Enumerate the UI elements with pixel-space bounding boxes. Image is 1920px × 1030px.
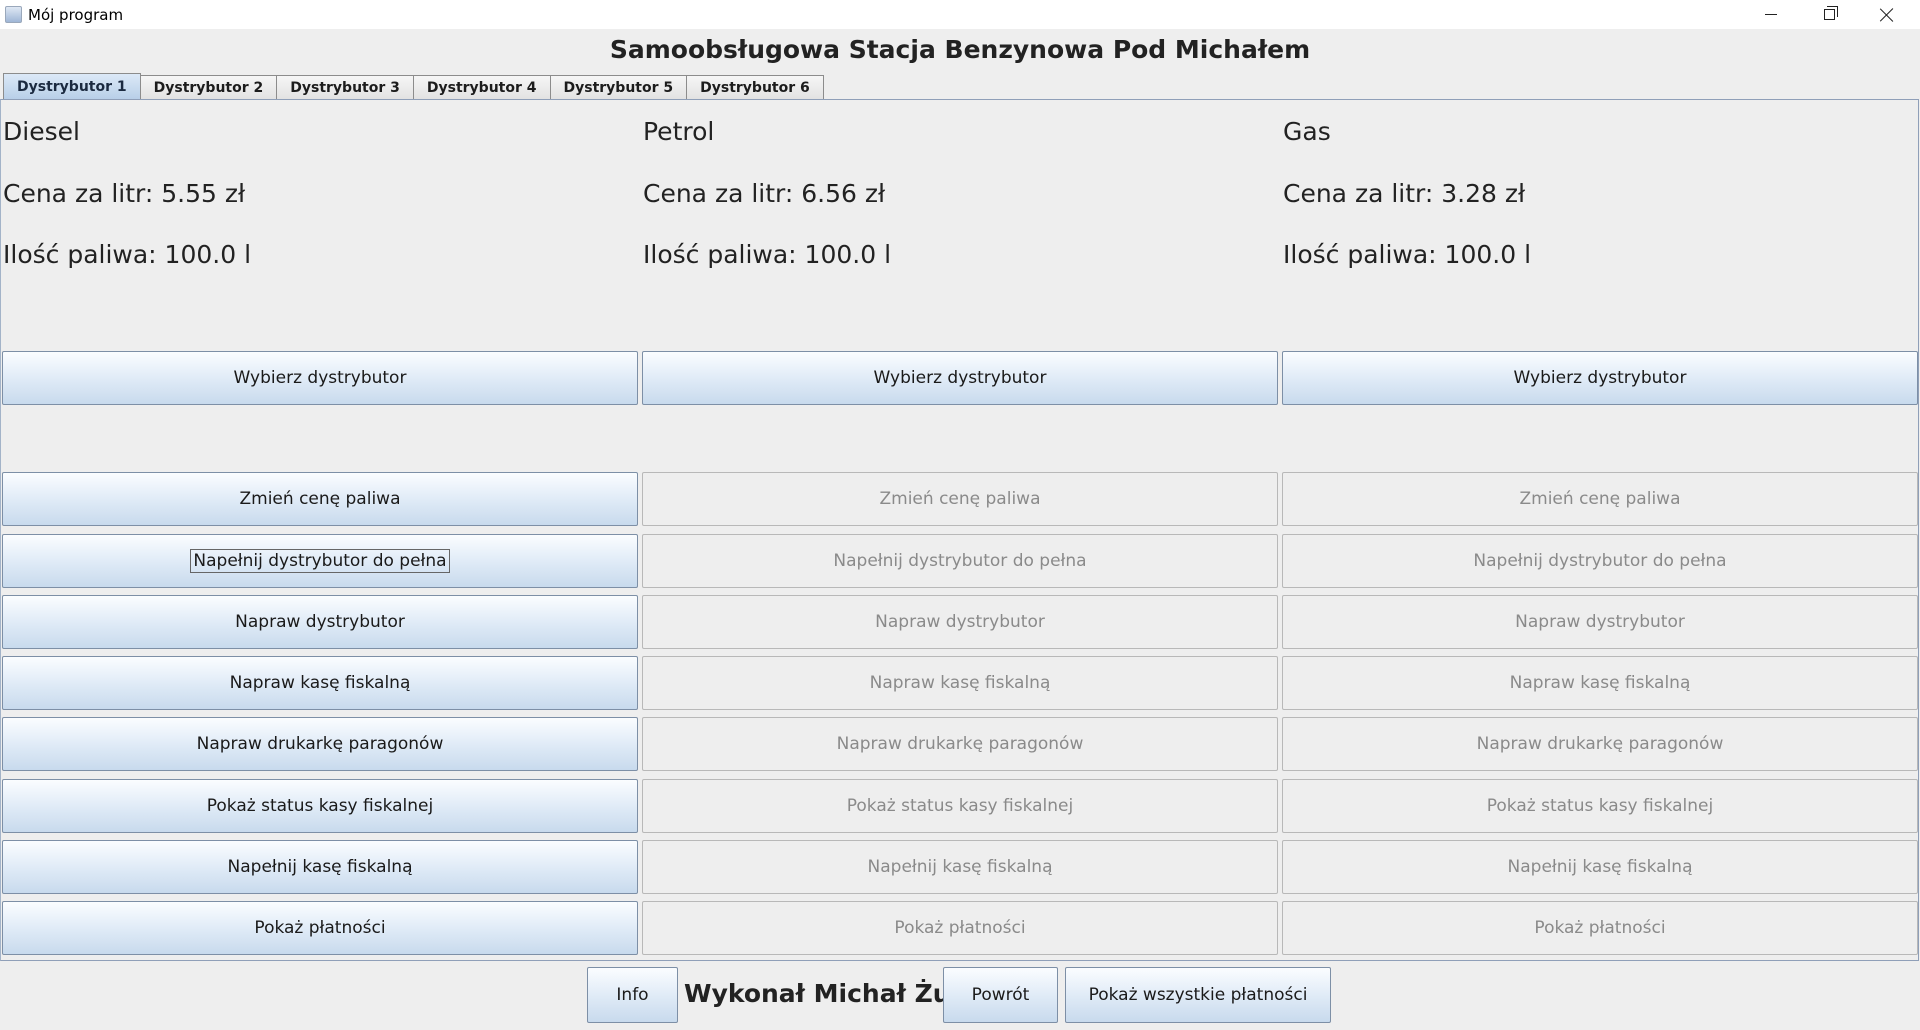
- change-price-button: Zmień cenę paliwa: [642, 472, 1278, 526]
- fill-register-button[interactable]: Napełnij kasę fiskalną: [2, 840, 638, 894]
- action-label: Napraw kasę fiskalną: [1509, 673, 1691, 693]
- action-label: Pokaż status kasy fiskalnej: [1486, 796, 1714, 816]
- select-distributor-button[interactable]: Wybierz dystrybutor: [1282, 351, 1918, 405]
- distributor-tabs: Dystrybutor 1 Dystrybutor 2 Dystrybutor …: [3, 73, 824, 99]
- title-bar: Mój program: [0, 0, 1920, 29]
- fill-register-button: Napełnij kasę fiskalną: [642, 840, 1278, 894]
- restore-button[interactable]: [1800, 0, 1858, 29]
- close-icon: [1880, 8, 1894, 22]
- back-button[interactable]: Powrót: [943, 967, 1058, 1023]
- show-payments-button: Pokaż płatności: [1282, 901, 1918, 955]
- fuel-amount-label: Ilość paliwa: 100.0 l: [3, 240, 252, 269]
- fuel-amount-label: Ilość paliwa: 100.0 l: [643, 240, 892, 269]
- fuel-column-gas: Gas Cena za litr: 3.28 zł Ilość paliwa: 10…: [1282, 100, 1918, 960]
- register-status-button: Pokaż status kasy fiskalnej: [1282, 779, 1918, 833]
- price-per-liter-label: Cena za litr: 6.56 zł: [643, 179, 886, 208]
- author-label: Wykonał Michał Żuk: [684, 979, 968, 1008]
- repair-register-button: Napraw kasę fiskalną: [642, 656, 1278, 710]
- action-label: Napełnij dystrybutor do pełna: [833, 551, 1087, 571]
- repair-distributor-button: Napraw dystrybutor: [1282, 595, 1918, 649]
- action-label: Napełnij kasę fiskalną: [227, 857, 413, 877]
- tab-distributor-2[interactable]: Dystrybutor 2: [140, 75, 278, 99]
- action-label: Napraw drukarkę paragonów: [196, 734, 444, 754]
- select-distributor-button[interactable]: Wybierz dystrybutor: [2, 351, 638, 405]
- repair-printer-button: Napraw drukarkę paragonów: [1282, 717, 1918, 771]
- info-button[interactable]: Info: [587, 967, 678, 1023]
- fuel-name-label: Diesel: [3, 117, 80, 146]
- window-title: Mój program: [28, 6, 124, 24]
- action-label: Napraw drukarkę paragonów: [1476, 734, 1724, 754]
- select-distributor-button[interactable]: Wybierz dystrybutor: [642, 351, 1278, 405]
- action-label: Napełnij dystrybutor do pełna: [190, 549, 450, 573]
- action-label: Pokaż płatności: [1534, 918, 1666, 938]
- action-label: Pokaż płatności: [894, 918, 1026, 938]
- action-label: Zmień cenę paliwa: [879, 489, 1041, 509]
- footer-bar: Info Wykonał Michał Żuk Powrót Pokaż wsz…: [0, 967, 1920, 1023]
- station-title: Samoobsługowa Stacja Benzynowa Pod Micha…: [609, 35, 1311, 64]
- repair-printer-button[interactable]: Napraw drukarkę paragonów: [2, 717, 638, 771]
- action-label: Napraw kasę fiskalną: [229, 673, 411, 693]
- action-label: Pokaż status kasy fiskalnej: [206, 796, 434, 816]
- fill-distributor-button: Napełnij dystrybutor do pełna: [1282, 534, 1918, 588]
- fuel-column-petrol: Petrol Cena za litr: 6.56 zł Ilość paliwa:…: [642, 100, 1278, 960]
- register-status-button: Pokaż status kasy fiskalnej: [642, 779, 1278, 833]
- select-distributor-label: Wybierz dystrybutor: [873, 368, 1047, 388]
- register-status-button[interactable]: Pokaż status kasy fiskalnej: [2, 779, 638, 833]
- action-label: Napraw dystrybutor: [235, 612, 405, 632]
- tab-distributor-3[interactable]: Dystrybutor 3: [277, 75, 414, 99]
- fill-distributor-button: Napełnij dystrybutor do pełna: [642, 534, 1278, 588]
- close-button[interactable]: [1858, 0, 1916, 29]
- repair-printer-button: Napraw drukarkę paragonów: [642, 717, 1278, 771]
- price-per-liter-label: Cena za litr: 3.28 zł: [1283, 179, 1526, 208]
- action-label: Zmień cenę paliwa: [1519, 489, 1681, 509]
- repair-distributor-button[interactable]: Napraw dystrybutor: [2, 595, 638, 649]
- action-label: Napełnij kasę fiskalną: [867, 857, 1053, 877]
- tab-distributor-1[interactable]: Dystrybutor 1: [3, 73, 141, 99]
- select-distributor-label: Wybierz dystrybutor: [1513, 368, 1687, 388]
- action-label: Napraw dystrybutor: [1515, 612, 1685, 632]
- action-label: Napełnij dystrybutor do pełna: [1473, 551, 1727, 571]
- show-payments-button[interactable]: Pokaż płatności: [2, 901, 638, 955]
- minimize-icon: [1765, 14, 1777, 15]
- tab-panel: Diesel Cena za litr: 5.55 zł Ilość paliwa:…: [0, 99, 1919, 961]
- fill-distributor-button[interactable]: Napełnij dystrybutor do pełna: [2, 534, 638, 588]
- fuel-amount-label: Ilość paliwa: 100.0 l: [1283, 240, 1532, 269]
- change-price-button[interactable]: Zmień cenę paliwa: [2, 472, 638, 526]
- action-label: Pokaż status kasy fiskalnej: [846, 796, 1074, 816]
- price-per-liter-label: Cena za litr: 5.55 zł: [3, 179, 246, 208]
- tab-distributor-5[interactable]: Dystrybutor 5: [550, 75, 688, 99]
- action-label: Napełnij kasę fiskalną: [1507, 857, 1693, 877]
- java-cup-icon: [5, 6, 22, 23]
- change-price-button: Zmień cenę paliwa: [1282, 472, 1918, 526]
- repair-register-button: Napraw kasę fiskalną: [1282, 656, 1918, 710]
- fill-register-button: Napełnij kasę fiskalną: [1282, 840, 1918, 894]
- show-all-payments-button[interactable]: Pokaż wszystkie płatności: [1065, 967, 1331, 1023]
- action-label: Napraw kasę fiskalną: [869, 673, 1051, 693]
- restore-icon: [1823, 6, 1838, 20]
- fuel-name-label: Gas: [1283, 117, 1331, 146]
- action-label: Pokaż płatności: [254, 918, 386, 938]
- fuel-column-diesel: Diesel Cena za litr: 5.55 zł Ilość paliwa:…: [2, 100, 638, 960]
- action-label: Napraw dystrybutor: [875, 612, 1045, 632]
- action-label: Napraw drukarkę paragonów: [836, 734, 1084, 754]
- minimize-button[interactable]: [1742, 0, 1800, 29]
- repair-distributor-button: Napraw dystrybutor: [642, 595, 1278, 649]
- select-distributor-label: Wybierz dystrybutor: [233, 368, 407, 388]
- repair-register-button[interactable]: Napraw kasę fiskalną: [2, 656, 638, 710]
- show-payments-button: Pokaż płatności: [642, 901, 1278, 955]
- tab-distributor-4[interactable]: Dystrybutor 4: [413, 75, 551, 99]
- action-label: Zmień cenę paliwa: [239, 489, 401, 509]
- tab-distributor-6[interactable]: Dystrybutor 6: [687, 75, 824, 99]
- fuel-name-label: Petrol: [643, 117, 715, 146]
